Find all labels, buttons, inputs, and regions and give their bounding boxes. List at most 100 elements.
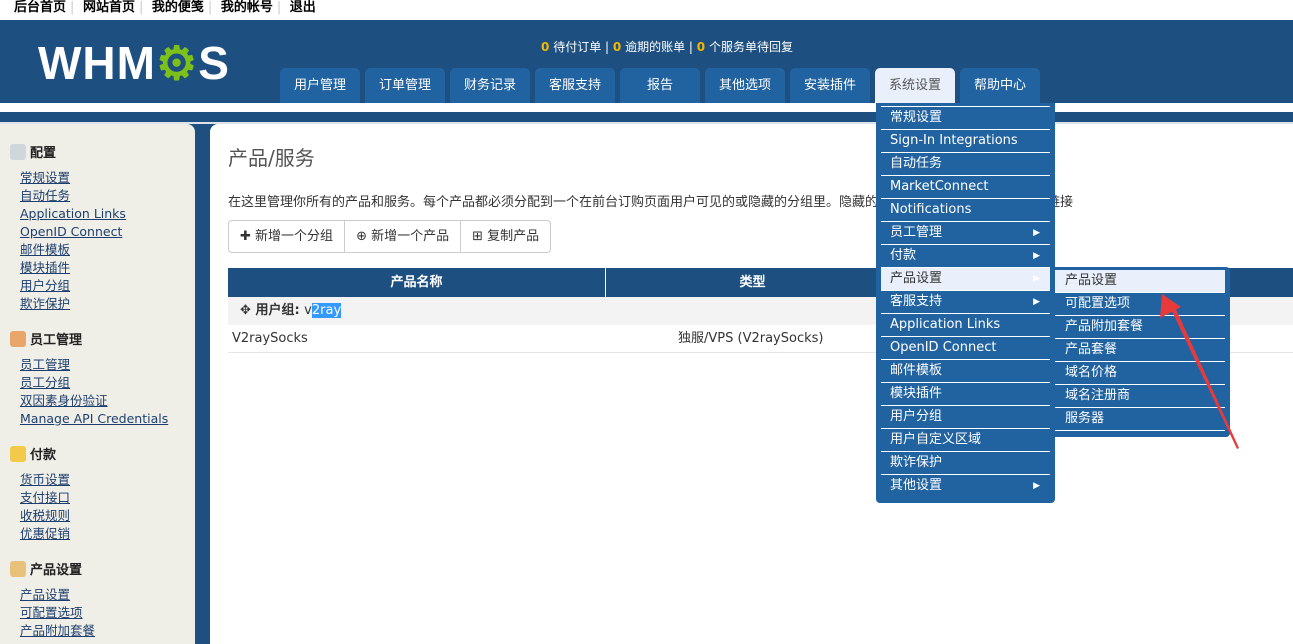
sidebar-group: 付款 货币设置 支付接口 收税规则 优惠促销	[10, 444, 195, 543]
menu-item[interactable]: 欺诈保护	[881, 451, 1050, 474]
menu-item[interactable]: 常规设置	[881, 106, 1050, 129]
menu-item[interactable]: Sign-In Integrations	[881, 129, 1050, 152]
button-label: 复制产品	[487, 229, 540, 244]
tab-billing[interactable]: 财务记录	[450, 68, 530, 103]
product-name[interactable]: V2raySocks	[228, 325, 678, 352]
sidebar-group: 员工管理 员工管理 员工分组 双因素身份验证 Manage API Credential…	[10, 329, 195, 428]
menu-item[interactable]: MarketConnect	[881, 175, 1050, 198]
sidebar: 配置 常规设置 自动任务 Application Links OpenID Connec…	[0, 124, 195, 644]
sidebar-link[interactable]: 欺诈保护	[20, 295, 195, 313]
menu-item-label: Sign-In Integrations	[890, 133, 1018, 148]
menu-item[interactable]: OpenID Connect	[881, 336, 1050, 359]
button-label: 新增一个分组	[255, 229, 334, 244]
link-logout[interactable]: 退出	[290, 0, 316, 15]
logo-text: S	[198, 37, 230, 89]
sidebar-group: 产品设置 产品设置 可配置选项 产品附加套餐	[10, 559, 195, 640]
link-my-notes[interactable]: 我的便笺	[152, 0, 204, 15]
sidebar-group-title: 产品设置	[10, 559, 195, 578]
pending-orders-link[interactable]: 待付订单	[553, 40, 601, 54]
sidebar-link[interactable]: Application Links	[20, 205, 195, 223]
menu-item[interactable]: 付款 ▶	[881, 244, 1050, 267]
tab-support[interactable]: 客服支持	[535, 68, 615, 103]
add-group-button[interactable]: ✚ 新增一个分组	[229, 221, 346, 252]
submenu-item[interactable]: 可配置选项	[1055, 293, 1225, 316]
menu-item-label: 模块插件	[890, 386, 943, 401]
sidebar-link[interactable]: 常规设置	[20, 169, 195, 187]
top-links: 后台首页 | 网站首页 | 我的便笺 | 我的帐号 | 退出	[0, 0, 1293, 20]
tab-setup[interactable]: 系统设置	[875, 68, 955, 103]
alerts-bar: 0 待付订单 | 0 逾期的账单 | 0 个服务单待回复	[541, 40, 793, 54]
sidebar-link[interactable]: OpenID Connect	[20, 223, 195, 241]
group-title-text: 员工管理	[30, 333, 83, 348]
submenu-item[interactable]: 产品套餐	[1055, 339, 1225, 362]
menu-item[interactable]: 用户分组	[881, 405, 1050, 428]
sidebar-link[interactable]: 货币设置	[20, 471, 195, 489]
menu-item[interactable]: 自动任务	[881, 152, 1050, 175]
button-group: ✚ 新增一个分组 ⊕ 新增一个产品 ⊞ 复制产品	[228, 220, 552, 253]
menu-item[interactable]: 产品设置 ▶	[881, 267, 1050, 290]
menu-item[interactable]: 邮件模板	[881, 359, 1050, 382]
link-site-home[interactable]: 网站首页	[83, 0, 135, 15]
sidebar-link[interactable]: 邮件模板	[20, 241, 195, 259]
staff-icon	[10, 330, 26, 347]
sidebar-group: 配置 常规设置 自动任务 Application Links OpenID Connec…	[10, 142, 195, 313]
menu-item[interactable]: 模块插件	[881, 382, 1050, 405]
product-settings-submenu: 产品设置 可配置选项 产品附加套餐 产品套餐 域名价格 域名注册商 服务器	[1055, 267, 1230, 437]
plus-square-icon: ⊞	[472, 229, 484, 244]
whmcs-logo[interactable]: WHM⚙S	[38, 40, 230, 86]
sidebar-link[interactable]: 员工分组	[20, 374, 195, 392]
sidebar-link[interactable]: 自动任务	[20, 187, 195, 205]
caret-right-icon: ▶	[1033, 251, 1040, 261]
menu-item-label: 员工管理	[890, 225, 943, 240]
tab-reports[interactable]: 报告	[620, 68, 700, 103]
menu-item[interactable]: 客服支持 ▶	[881, 290, 1050, 313]
tickets-link[interactable]: 个服务单待回复	[709, 40, 793, 54]
menu-item[interactable]: Notifications	[881, 198, 1050, 221]
sidebar-link[interactable]: 优惠促销	[20, 525, 195, 543]
sidebar-link[interactable]: 支付接口	[20, 489, 195, 507]
sidebar-link[interactable]: Manage API Credentials	[20, 410, 195, 428]
tab-addons[interactable]: 安装插件	[790, 68, 870, 103]
sidebar-link[interactable]: 可配置选项	[20, 604, 195, 622]
coins-icon	[10, 445, 26, 462]
submenu-item[interactable]: 服务器	[1055, 408, 1225, 431]
separator: |	[138, 0, 144, 15]
menu-item[interactable]: 其他设置 ▶	[881, 474, 1050, 497]
tab-utilities[interactable]: 其他选项	[705, 68, 785, 103]
submenu-item[interactable]: 域名注册商	[1055, 385, 1225, 408]
menu-item-label: MarketConnect	[890, 179, 989, 194]
add-product-button[interactable]: ⊕ 新增一个产品	[345, 221, 462, 252]
submenu-item[interactable]: 产品附加套餐	[1055, 316, 1225, 339]
submenu-item[interactable]: 产品设置	[1055, 270, 1225, 293]
link-admin-home[interactable]: 后台首页	[14, 0, 66, 15]
sidebar-group-title: 员工管理	[10, 329, 195, 348]
caret-right-icon: ▶	[1033, 274, 1040, 284]
sidebar-link[interactable]: 员工管理	[20, 356, 195, 374]
sidebar-link[interactable]: 双因素身份验证	[20, 392, 195, 410]
sidebar-link[interactable]: 产品设置	[20, 586, 195, 604]
tab-help[interactable]: 帮助中心	[960, 68, 1040, 103]
menu-item-label: 常规设置	[890, 110, 943, 125]
overdue-link[interactable]: 逾期的账单	[625, 40, 685, 54]
menu-item[interactable]: 用户自定义区域	[881, 428, 1050, 451]
tab-orders[interactable]: 订单管理	[365, 68, 445, 103]
group-name-selected: 2ray	[311, 303, 342, 318]
duplicate-product-button[interactable]: ⊞ 复制产品	[461, 221, 550, 252]
menu-item-label: 产品设置	[890, 271, 943, 286]
sidebar-link[interactable]: 模块插件	[20, 259, 195, 277]
overdue-count: 0	[612, 40, 622, 54]
menu-item[interactable]: Application Links	[881, 313, 1050, 336]
menu-item-label: 用户自定义区域	[890, 432, 982, 447]
move-icon[interactable]: ✥	[240, 303, 251, 318]
caret-right-icon: ▶	[1033, 297, 1040, 307]
sidebar-link[interactable]: 用户分组	[20, 277, 195, 295]
link-my-account[interactable]: 我的帐号	[221, 0, 273, 15]
submenu-item[interactable]: 域名价格	[1055, 362, 1225, 385]
sidebar-link[interactable]: 产品附加套餐	[20, 622, 195, 640]
menu-item[interactable]: 员工管理 ▶	[881, 221, 1050, 244]
caret-right-icon: ▶	[1033, 481, 1040, 491]
tab-clients[interactable]: 用户管理	[280, 68, 360, 103]
sidebar-link[interactable]: 收税规则	[20, 507, 195, 525]
menu-item-label: 自动任务	[890, 156, 943, 171]
product-type: 独服/VPS (V2raySocks)	[678, 331, 824, 346]
